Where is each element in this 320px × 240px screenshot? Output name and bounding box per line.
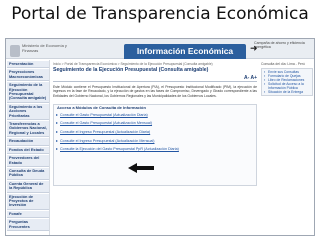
- link-ingreso-diaria[interactable]: ▸ Consulte el Ingreso Presupuestal (Actua…: [54, 128, 256, 137]
- logo-text: Ministerio de Economía y Finanzas: [22, 43, 67, 53]
- link-label: Solicitud de Acceso a la Información Púb…: [268, 82, 304, 90]
- browser-screenshot: Ministerio de Economía y Finanzas Inform…: [5, 38, 315, 236]
- bullet-icon: ▸: [56, 111, 59, 117]
- sidebar-item-proyectos-inversion[interactable]: Ejecución de Proyectos de Inversión: [7, 193, 49, 210]
- query-modules-panel: Acceso a Módulos de Consulta de Informac…: [53, 103, 257, 186]
- main-content: Inicio > Portal de Transparencia Económi…: [53, 60, 257, 235]
- bullet-icon: ▸: [56, 146, 59, 152]
- link-label: Consulte el Ingreso Presupuestal (Actual…: [60, 138, 155, 143]
- sidebar-item-fondos[interactable]: Fondos del Estado: [7, 146, 49, 155]
- page-title: Seguimiento de la Ejecución Presupuestal…: [53, 67, 209, 73]
- slide-title: Portal de Transparencia Económica: [11, 4, 309, 24]
- link-label: Consulte el Gasto Presupuestal (Actualiz…: [60, 112, 148, 117]
- sidebar-item-preguntas[interactable]: Preguntas Frecuentes: [7, 219, 49, 231]
- link-ingreso-mensual[interactable]: ▸ Consulte el Ingreso Presupuestal (Actua…: [54, 137, 256, 146]
- bullet-icon: ▸: [56, 129, 59, 135]
- sidebar-item-acciones-prioritarias[interactable]: Seguimiento a los Acciones Prioritarias: [7, 103, 49, 121]
- services-box: ▪ Envíe sus Consultas ▪ Formulario de Quej…: [261, 68, 313, 96]
- banner-title: Información Económica: [124, 44, 246, 59]
- bullet-icon: ▸: [56, 137, 59, 143]
- bullet-icon: ▸: [56, 120, 59, 126]
- breadcrumb: Inicio > Portal de Transparencia Económi…: [53, 62, 213, 66]
- intro-paragraph: Este Módulo contiene el Presupuesto Inst…: [53, 85, 257, 98]
- link-situacion[interactable]: ▪ Situación de la Entrega: [264, 90, 310, 94]
- sidebar-item-ejecucion-presupuestal[interactable]: Seguimiento de la Ejecución Presupuestal…: [7, 82, 49, 103]
- seal-icon: [10, 45, 20, 57]
- site-logo[interactable]: Ministerio de Economía y Finanzas: [8, 42, 72, 57]
- link-label: Consulte el Gasto Presupuestal (Actualiz…: [60, 121, 153, 126]
- heading-rule: A- A+: [53, 75, 257, 82]
- sidebar-item-proveedores[interactable]: Proveedores del Estado: [7, 155, 49, 167]
- sidebar-item-deuda[interactable]: Consulta de Deuda Pública: [7, 167, 49, 180]
- link-label: Consulte el Ingreso Presupuestal (Actual…: [60, 130, 151, 135]
- sidebar-item-fonafe[interactable]: Fonafe: [7, 210, 49, 219]
- link-gasto-ppr[interactable]: ▸ Consulte la Ejecución del Gasto Presupu…: [54, 145, 256, 154]
- pointer-arrow-icon: [128, 163, 154, 173]
- text-size-control[interactable]: A- A+: [244, 75, 257, 82]
- sidebar-menu: Presentación Proyecciones Macroeconómica…: [6, 60, 50, 235]
- sidebar-item-proyecciones[interactable]: Proyecciones Macroeconómicas: [7, 69, 49, 82]
- link-label: Situación de la Entrega: [268, 90, 304, 94]
- link-acceso-informacion[interactable]: ▪ Solicitud de Acceso a la Información Pú…: [264, 82, 310, 90]
- bullet-icon: ▪: [264, 82, 266, 86]
- link-label: Consulte la Ejecución del Gasto Presupue…: [60, 147, 179, 152]
- sidebar-item-cuenta-general[interactable]: Cuenta General de la República: [7, 180, 49, 193]
- banner-side-text: Campaña de ahorro y eficiencia energétic…: [254, 41, 305, 50]
- site-banner: Ministerio de Economía y Finanzas Inform…: [6, 39, 314, 59]
- sidebar-item-presentacion[interactable]: Presentación: [7, 61, 49, 69]
- bullet-icon: ▪: [264, 90, 266, 94]
- link-gasto-mensual[interactable]: ▸ Consulte el Gasto Presupuestal (Actuali…: [54, 119, 256, 128]
- right-panel: Consulta del día: Lima - Perú ▪ Envíe sus…: [259, 60, 314, 150]
- sidebar-item-transferencias[interactable]: Transferencias a Gobiernos Nacional, Reg…: [7, 121, 49, 138]
- sidebar-item-recaudacion[interactable]: Recaudación: [7, 138, 49, 146]
- link-gasto-diaria[interactable]: ▸ Consulte el Gasto Presupuestal (Actuali…: [54, 111, 256, 120]
- location-date: Consulta del día: Lima - Perú: [261, 62, 305, 66]
